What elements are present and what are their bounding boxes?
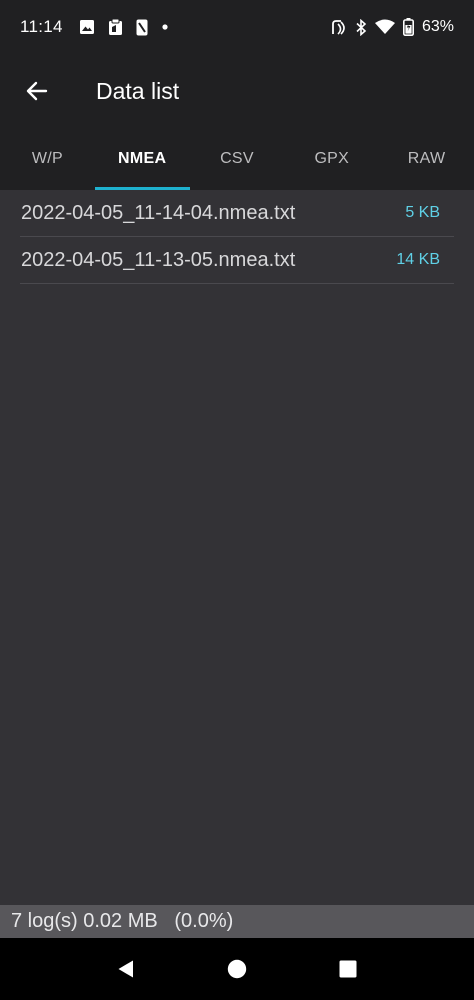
nav-back-button[interactable] [96, 939, 156, 999]
wifi-icon [374, 19, 395, 35]
tab-wp[interactable]: W/P [0, 128, 95, 190]
nav-home-button[interactable] [207, 939, 267, 999]
tab-bar: W/P NMEA CSV GPX RAW [0, 128, 474, 190]
app-bar: Data list [0, 54, 474, 128]
image-icon [79, 19, 95, 35]
back-triangle-icon [116, 959, 136, 979]
nfc-icon [330, 19, 347, 36]
file-name: 2022-04-05_11-13-05.nmea.txt [21, 248, 296, 271]
battery-icon [402, 18, 414, 36]
battery-percent: 63% [421, 18, 454, 35]
back-button[interactable] [2, 54, 72, 128]
phone-frame-icon [136, 19, 148, 36]
clipboard-icon [108, 18, 123, 36]
system-navigation-bar [0, 938, 474, 1000]
file-size: 14 KB [396, 251, 440, 268]
file-size: 5 KB [405, 204, 440, 221]
recents-square-icon [338, 959, 358, 979]
nav-recents-button[interactable] [318, 939, 378, 999]
file-name: 2022-04-05_11-14-04.nmea.txt [21, 201, 296, 224]
summary-text: 7 log(s) 0.02 MB (0.0%) [11, 910, 234, 932]
list-item[interactable]: 2022-04-05_11-13-05.nmea.txt 14 KB [20, 237, 454, 284]
list-item[interactable]: 2022-04-05_11-14-04.nmea.txt 5 KB [20, 190, 454, 237]
home-circle-icon [227, 959, 247, 979]
page-title: Data list [96, 77, 180, 104]
file-list: 2022-04-05_11-14-04.nmea.txt 5 KB 2022-0… [0, 190, 474, 905]
status-system-icons: 63% [330, 18, 454, 36]
tab-csv[interactable]: CSV [190, 128, 285, 190]
bluetooth-icon [355, 18, 367, 36]
tab-nmea[interactable]: NMEA [94, 128, 190, 190]
dot-icon [161, 23, 169, 31]
status-notification-icons [79, 18, 169, 36]
status-time: 11:14 [20, 17, 63, 36]
status-bar: 11:14 63% [0, 0, 474, 54]
tab-gpx[interactable]: GPX [284, 128, 379, 190]
summary-bar: 7 log(s) 0.02 MB (0.0%) [0, 905, 474, 938]
tab-raw[interactable]: RAW [379, 128, 474, 190]
arrow-left-icon [25, 79, 49, 103]
